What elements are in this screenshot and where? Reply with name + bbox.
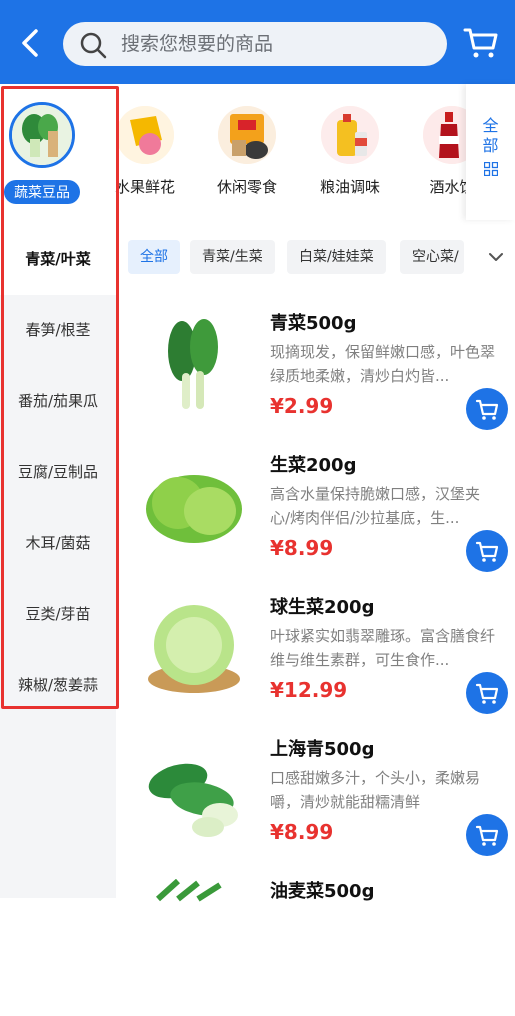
category-image: [9, 102, 75, 168]
product-description: 高含水量保持脆嫩口感，汉堡夹心/烤肉伴侣/沙拉基底，生...: [270, 485, 481, 527]
product-name: 球生菜200g: [270, 597, 375, 618]
chip-water-spinach[interactable]: 空心菜/: [400, 240, 464, 274]
search-placeholder: 搜索您想要的商品: [121, 33, 274, 55]
sidebar-item-tofu[interactable]: 豆腐/豆制品: [0, 437, 116, 508]
product-card[interactable]: 上海青500g 口感甜嫩多汁，个头小，柔嫩易嚼，清炒就能甜糯清鲜 ¥8.99: [128, 732, 515, 874]
chip-all[interactable]: 全部: [128, 240, 180, 274]
category-fruit[interactable]: 水果鲜花: [105, 106, 185, 197]
category-image: [116, 106, 174, 164]
product-image: [168, 319, 218, 409]
product-name: 生菜200g: [270, 455, 357, 476]
sidebar-item-bamboo-roots[interactable]: 春笋/根茎: [0, 295, 116, 366]
subcategory-sidebar: 青菜/叶菜 春笋/根茎 番茄/茄果瓜 豆腐/豆制品 木耳/菌菇 豆类/芽苗 辣椒…: [0, 224, 116, 898]
product-name: 上海青500g: [270, 739, 375, 760]
search-icon: [80, 32, 107, 59]
category-label: 蔬菜豆品: [4, 180, 80, 204]
cart-icon[interactable]: [463, 26, 499, 60]
product-card[interactable]: 青菜500g 现摘现发，保留鲜嫩口感，叶色翠绿质地柔嫩，清炒白灼皆... ¥2.…: [128, 306, 515, 448]
sidebar-item-fungi[interactable]: 木耳/菌菇: [0, 508, 116, 579]
category-image: [321, 106, 379, 164]
category-strip: 蔬菜豆品 水果鲜花 休闲零食 粮油调味 酒水饮: [0, 84, 515, 224]
sidebar-item-tomato-gourds[interactable]: 番茄/茄果瓜: [0, 366, 116, 437]
product-price: ¥8.99: [270, 820, 334, 844]
chip-greens-lettuce[interactable]: 青菜/生菜: [190, 240, 275, 274]
chip-cabbage[interactable]: 白菜/娃娃菜: [287, 240, 386, 274]
product-image: [155, 879, 222, 902]
all-label-line1: 全: [482, 116, 499, 135]
product-description: 口感甜嫩多汁，个头小，柔嫩易嚼，清炒就能甜糯清鲜: [270, 769, 481, 811]
product-image: [148, 763, 238, 837]
cart-icon: [475, 683, 499, 704]
all-label-line2: 部: [482, 136, 499, 155]
search-input[interactable]: 搜索您想要的商品: [63, 22, 447, 66]
product-price: ¥12.99: [270, 678, 348, 702]
all-categories-button[interactable]: 全 部: [466, 84, 515, 220]
top-bar: 搜索您想要的商品: [0, 0, 515, 84]
back-arrow-icon[interactable]: [14, 26, 48, 60]
product-description: 现摘现发，保留鲜嫩口感，叶色翠绿质地柔嫩，清炒白灼皆...: [270, 343, 495, 385]
grid-icon: [483, 161, 498, 177]
product-card[interactable]: 油麦菜500g: [128, 874, 515, 1016]
category-label: 水果鲜花: [114, 178, 175, 196]
category-grain-oil[interactable]: 粮油调味: [310, 106, 390, 197]
product-image: [146, 475, 242, 543]
add-to-cart-button[interactable]: [466, 530, 508, 572]
category-label: 粮油调味: [319, 178, 380, 196]
filter-chips: 全部 青菜/生菜 白菜/娃娃菜 空心菜/: [128, 240, 515, 274]
add-to-cart-button[interactable]: [466, 672, 508, 714]
category-snacks[interactable]: 休闲零食: [207, 106, 287, 197]
product-price: ¥8.99: [270, 536, 334, 560]
sidebar-item-peppers-aromatics[interactable]: 辣椒/葱姜蒜: [0, 650, 116, 721]
cart-icon: [475, 825, 499, 846]
category-image: [218, 106, 276, 164]
product-card[interactable]: 球生菜200g 叶球紧实如翡翠雕琢。富含膳食纤维与维生素群，可生食作... ¥1…: [128, 590, 515, 732]
cart-icon: [475, 399, 499, 420]
product-name: 青菜500g: [270, 313, 357, 334]
product-description: 叶球紧实如翡翠雕琢。富含膳食纤维与维生素群，可生食作...: [270, 627, 495, 669]
product-name: 油麦菜500g: [270, 881, 375, 902]
add-to-cart-button[interactable]: [466, 814, 508, 856]
sidebar-item-leafy-greens[interactable]: 青菜/叶菜: [0, 224, 116, 295]
product-card[interactable]: 生菜200g 高含水量保持脆嫩口感，汉堡夹心/烤肉伴侣/沙拉基底，生... ¥8…: [128, 448, 515, 590]
product-image: [148, 605, 240, 693]
category-vegetables[interactable]: 蔬菜豆品: [2, 102, 82, 204]
add-to-cart-button[interactable]: [466, 388, 508, 430]
category-label: 休闲零食: [216, 178, 277, 196]
chevron-down-icon[interactable]: [486, 247, 506, 267]
sidebar-item-beans-sprouts[interactable]: 豆类/芽苗: [0, 579, 116, 650]
cart-icon: [475, 541, 499, 562]
product-price: ¥2.99: [270, 394, 334, 418]
